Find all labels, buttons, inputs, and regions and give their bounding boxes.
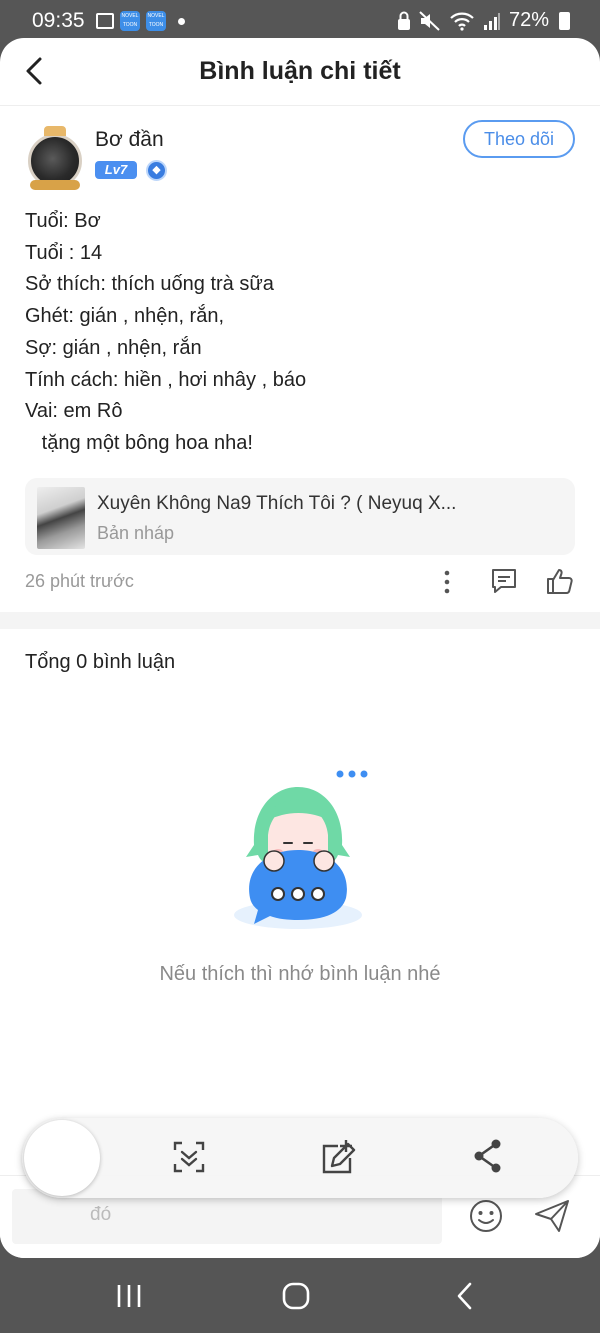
- edit-tag-icon[interactable]: [320, 1138, 358, 1176]
- nav-back-icon[interactable]: [455, 1281, 475, 1311]
- home-icon[interactable]: [281, 1281, 311, 1311]
- section-divider: [0, 612, 600, 629]
- vip-badge-icon: ◆: [146, 160, 167, 181]
- level-badge: Lv7: [95, 161, 137, 179]
- more-options-icon[interactable]: [437, 568, 457, 596]
- novel-toon-notification-icon-2: NOVEL TOON: [146, 11, 166, 31]
- empty-comments-message: Nếu thích thì nhớ bình luận nhé: [159, 963, 441, 985]
- status-time: 09:35: [32, 9, 85, 32]
- notification-icons: NOVEL TOON NOVEL TOON: [96, 11, 185, 31]
- send-icon[interactable]: [533, 1198, 571, 1234]
- comments-count: Tổng 0 bình luận: [25, 651, 176, 673]
- battery-icon: [559, 11, 570, 30]
- post-line: Tính cách: hiền , hơi nhây , báo: [25, 368, 307, 391]
- book-title: Xuyên Không Na9 Thích Tôi ? ( Neyuq X...: [97, 493, 457, 514]
- page-title: Bình luận chi tiết: [199, 57, 401, 85]
- comment-input-placeholder: đó: [90, 1204, 112, 1225]
- lock-icon: [397, 11, 410, 30]
- gallery-notification-icon: [96, 13, 114, 29]
- post-line: Ghét: gián , nhện, rắn,: [25, 305, 225, 328]
- author-name[interactable]: Bơ đần: [95, 128, 164, 152]
- app-header: Bình luận chi tiết: [0, 38, 600, 106]
- scroll-capture-icon[interactable]: [172, 1140, 206, 1174]
- follow-button[interactable]: Theo dõi: [463, 120, 575, 158]
- mute-icon: [419, 10, 440, 31]
- comment-detail-screen: Bình luận chi tiết Bơ đần Lv7 ◆ Theo dõi…: [0, 38, 600, 1258]
- linked-book-card[interactable]: Xuyên Không Na9 Thích Tôi ? ( Neyuq X...…: [25, 478, 575, 555]
- wifi-icon: [450, 12, 474, 31]
- screenshot-toolbar: [22, 1118, 578, 1198]
- post-line: tặng một bông hoa nha!: [25, 431, 253, 454]
- emoji-icon[interactable]: [468, 1198, 504, 1234]
- screenshot-thumbnail[interactable]: [24, 1120, 100, 1196]
- comment-icon[interactable]: [490, 567, 518, 595]
- post-line: Tuổi: Bơ: [25, 210, 101, 232]
- avatar[interactable]: [24, 126, 86, 190]
- post-line: Sợ: gián , nhện, rắn: [25, 336, 202, 359]
- post-line: Tuổi : 14: [25, 241, 103, 264]
- status-bar: 09:35 NOVEL TOON NOVEL TOON 72%: [0, 0, 600, 42]
- like-thumb-icon[interactable]: [545, 566, 575, 596]
- share-icon[interactable]: [472, 1138, 504, 1174]
- system-navigation-bar: [0, 1258, 600, 1333]
- battery-percent: 72%: [508, 9, 549, 31]
- recent-apps-icon[interactable]: [114, 1282, 144, 1310]
- empty-comments-mascot-icon: [234, 770, 368, 929]
- book-status: Bản nháp: [97, 523, 175, 543]
- book-cover-image: [37, 487, 85, 549]
- post-line: Vai: em Rô: [25, 400, 123, 423]
- more-notifications-dot-icon: [178, 17, 185, 25]
- signal-icon: [483, 12, 500, 30]
- post-timestamp: 26 phút trước: [25, 571, 134, 591]
- post-line: Sở thích: thích uống trà sữa: [25, 273, 274, 296]
- novel-toon-notification-icon: NOVEL TOON: [120, 11, 140, 31]
- system-icons: 72%: [397, 9, 570, 32]
- post-content: Tuổi: Bơ Tuổi : 14 Sở thích: thích uống …: [25, 206, 575, 460]
